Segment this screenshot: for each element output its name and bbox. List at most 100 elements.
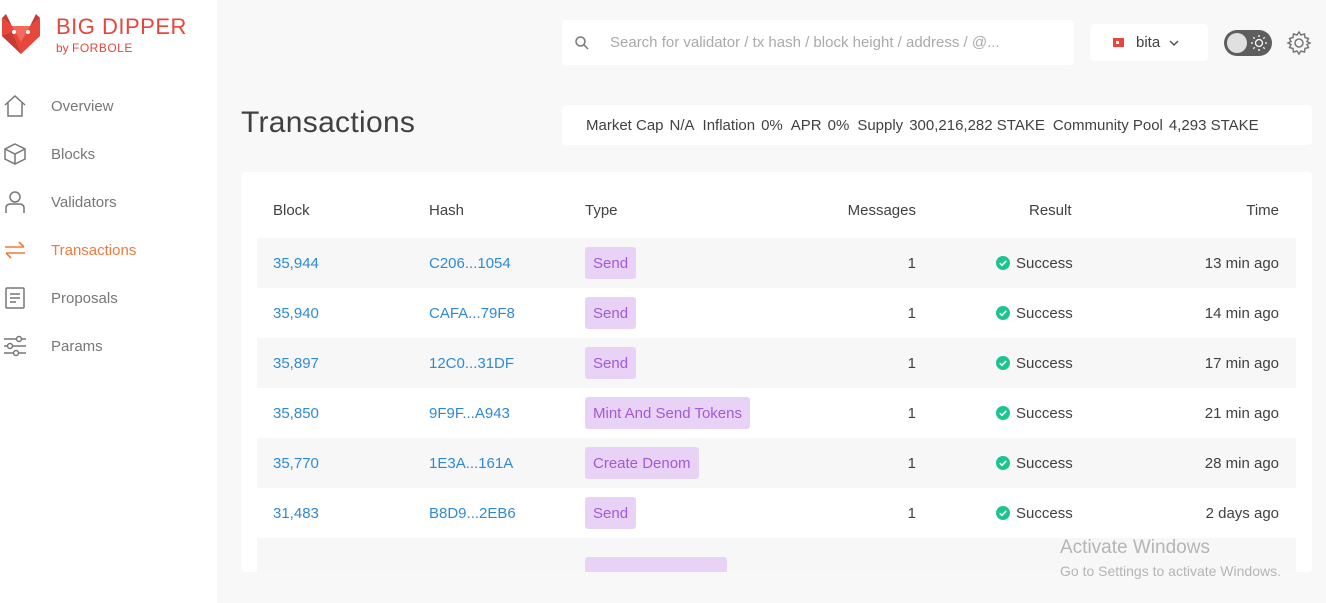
community-pool-label: Community Pool (1052, 116, 1163, 134)
tx-time: 2 days ago (1205, 504, 1279, 522)
theme-toggle[interactable] (1224, 30, 1272, 56)
toggle-knob (1227, 33, 1247, 53)
apr-label: APR (790, 116, 822, 134)
result-label: Success (1016, 304, 1073, 322)
tx-time: 28 min ago (1204, 454, 1279, 472)
block-link[interactable]: 31,483 (273, 488, 319, 538)
watermark-subtitle: Go to Settings to activate Windows. (1060, 563, 1281, 579)
sidebar-item-validators[interactable]: Validators (0, 178, 217, 226)
result-status: Success (996, 438, 1073, 488)
message-count: 1 (907, 354, 916, 372)
tx-hash-link[interactable]: 12C0...31DF (429, 338, 514, 388)
tx-hash-link[interactable]: 1E3A...161A (429, 438, 513, 488)
tx-time: 21 min ago (1204, 404, 1279, 422)
tx-hash-link[interactable]: CAFA...79F8 (429, 288, 515, 338)
chain-name: bita (1136, 34, 1161, 51)
block-link[interactable]: 35,770 (273, 438, 319, 488)
tx-type-badge: Send (585, 347, 637, 379)
table-row[interactable]: 35,850 9F9F...A943 Mint And Send Tokens … (257, 388, 1296, 438)
home-icon (0, 91, 30, 121)
market-cap-label: Market Cap (586, 116, 664, 134)
sidebar-item-label: Validators (51, 193, 117, 211)
block-link[interactable]: 35,944 (273, 238, 319, 288)
chain-selector[interactable]: bita (1090, 24, 1208, 61)
tx-type-badge: Create Denom (585, 447, 699, 479)
brand-title: BIG DIPPER (56, 14, 187, 39)
document-icon (0, 283, 30, 313)
chevron-down-icon (1169, 39, 1179, 46)
table-row[interactable]: 35,944 C206...1054 Send 1 Success 13 min… (257, 238, 1296, 288)
sidebar-item-params[interactable]: Params (0, 322, 217, 370)
check-circle-icon (996, 306, 1010, 320)
apr-value: 0% (827, 116, 850, 134)
result-label: Success (1016, 504, 1073, 522)
table-header: Block Hash Type Messages Result Time (257, 202, 1296, 222)
message-count: 1 (907, 254, 916, 272)
search-icon (575, 35, 589, 50)
brand-logo[interactable]: BIG DIPPER by FORBOLE (0, 10, 187, 60)
result-label: Success (1016, 354, 1073, 372)
tx-type-badge: Mint And Send Tokens (585, 397, 750, 429)
sidebar-nav: Overview Blocks Validators Transactions … (0, 82, 217, 370)
brand-subtitle-by: by (56, 41, 73, 55)
search-bar[interactable] (562, 20, 1074, 65)
person-icon (0, 187, 30, 217)
page-title: Transactions (241, 106, 416, 139)
sliders-icon (0, 331, 30, 361)
result-label: Success (1016, 454, 1073, 472)
inflation-value: 0% (761, 116, 783, 134)
table-row[interactable]: 35,940 CAFA...79F8 Send 1 Success 14 min… (257, 288, 1296, 338)
result-status: Success (996, 388, 1073, 438)
result-label: Success (1016, 254, 1073, 272)
column-header-result: Result (1029, 202, 1072, 219)
check-circle-icon (996, 506, 1010, 520)
market-cap-value: N/A (669, 116, 695, 134)
check-circle-icon (996, 256, 1010, 270)
table-row[interactable]: 31,483 B8D9...2EB6 Send 1 Success 2 days… (257, 488, 1296, 538)
table-row[interactable]: 35,897 12C0...31DF Send 1 Success 17 min… (257, 338, 1296, 388)
sidebar-item-blocks[interactable]: Blocks (0, 130, 217, 178)
table-row[interactable]: 35,770 1E3A...161A Create Denom 1 Succes… (257, 438, 1296, 488)
tx-time: 14 min ago (1204, 304, 1279, 322)
column-header-type: Type (585, 202, 618, 219)
sun-icon (1251, 35, 1267, 51)
check-circle-icon (996, 406, 1010, 420)
sidebar-item-label: Proposals (51, 289, 118, 307)
watermark-title: Activate Windows (1060, 537, 1210, 558)
check-circle-icon (996, 456, 1010, 470)
supply-value: 300,216,282 STAKE (909, 116, 1045, 134)
message-count: 1 (907, 454, 916, 472)
transfer-icon (0, 235, 30, 265)
sidebar-item-transactions[interactable]: Transactions (0, 226, 217, 274)
tx-hash-link[interactable]: C206...1054 (429, 238, 511, 288)
big-dipper-logo-icon (2, 14, 40, 54)
tx-hash-link[interactable]: 9F9F...A943 (429, 388, 510, 438)
search-input[interactable] (610, 34, 1050, 51)
block-link[interactable]: 35,850 (273, 388, 319, 438)
tx-type-badge (585, 557, 727, 572)
inflation-label: Inflation (702, 116, 756, 134)
sidebar: BIG DIPPER by FORBOLE Overview Blocks Va… (0, 0, 217, 603)
sidebar-item-proposals[interactable]: Proposals (0, 274, 217, 322)
brand-subtitle: by FORBOLE (56, 41, 187, 55)
column-header-time: Time (1246, 202, 1279, 219)
column-header-block: Block (273, 202, 310, 219)
tx-hash-link[interactable]: B8D9...2EB6 (429, 488, 516, 538)
check-circle-icon (996, 356, 1010, 370)
result-status: Success (996, 238, 1073, 288)
sidebar-item-label: Overview (51, 97, 114, 115)
cube-icon (0, 139, 30, 169)
brand-subtitle-name: FORBOLE (72, 41, 133, 55)
sidebar-item-overview[interactable]: Overview (0, 82, 217, 130)
table-body: 35,944 C206...1054 Send 1 Success 13 min… (257, 238, 1296, 572)
sidebar-item-label: Blocks (51, 145, 96, 163)
sidebar-item-label: Transactions (51, 241, 137, 259)
sidebar-item-label: Params (51, 337, 103, 355)
block-link[interactable]: 35,940 (273, 288, 319, 338)
gear-icon[interactable] (1286, 30, 1312, 56)
block-link[interactable]: 35,897 (273, 338, 319, 388)
message-count: 1 (907, 404, 916, 422)
result-status: Success (996, 338, 1073, 388)
result-status: Success (996, 488, 1073, 538)
message-count: 1 (907, 504, 916, 522)
